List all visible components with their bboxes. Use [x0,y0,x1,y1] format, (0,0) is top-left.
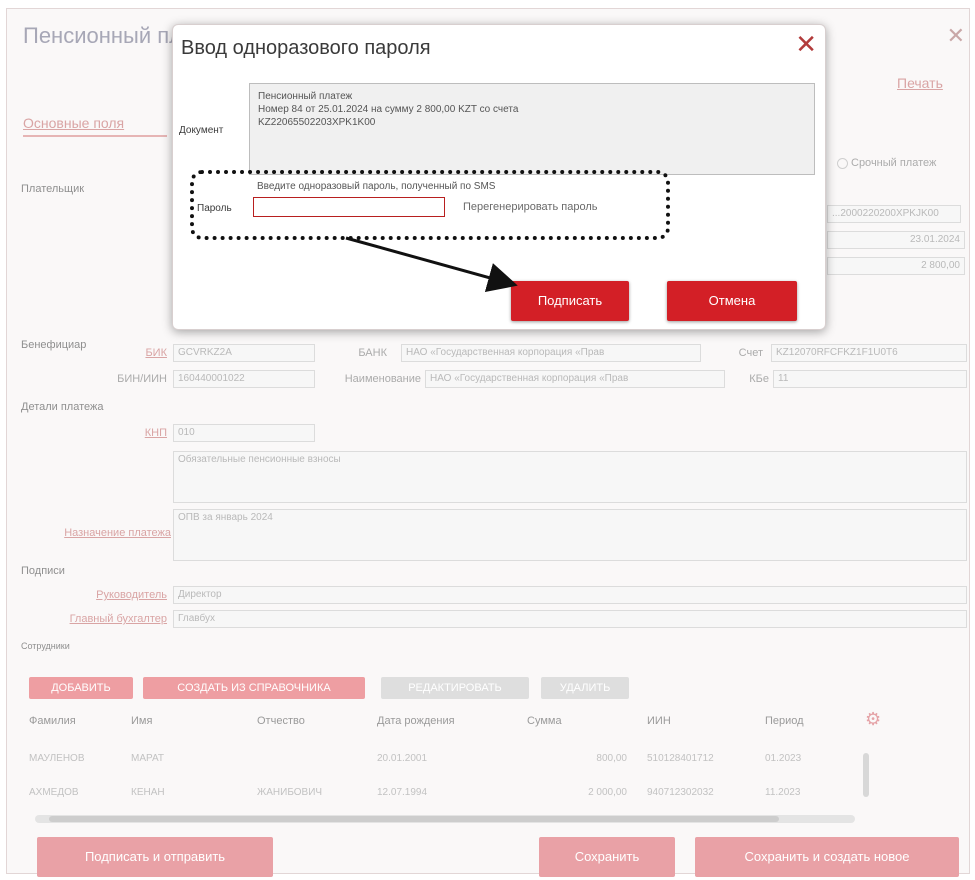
arrow-icon [345,236,518,293]
annotation-arrow [345,236,518,293]
